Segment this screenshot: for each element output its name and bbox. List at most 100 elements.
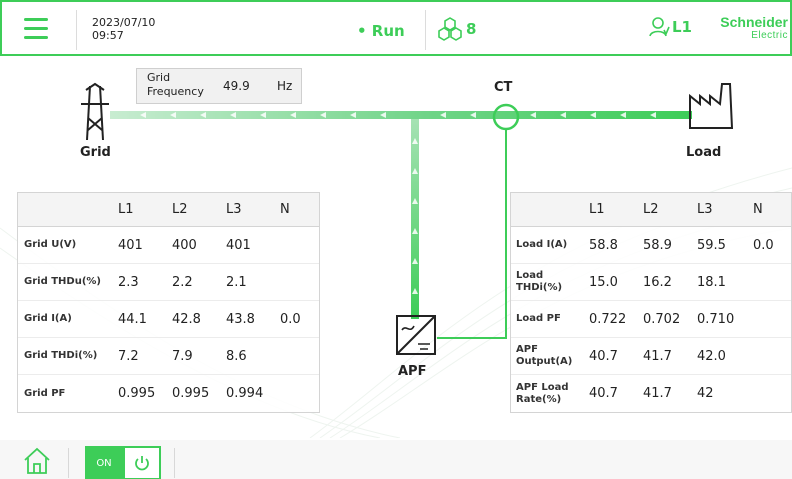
cell-l1: 40.7 <box>589 386 618 401</box>
date-text: 2023/07/10 <box>92 16 156 29</box>
grid-frequency-label: Grid Frequency <box>147 71 204 99</box>
row-label-line1: Load I(A) <box>516 239 568 250</box>
cell-l3: 0.994 <box>226 386 264 401</box>
row-label: APF Output(A) <box>511 344 589 368</box>
cell-l3: 18.1 <box>697 274 726 290</box>
frequency-label-line2: Frequency <box>147 85 204 98</box>
main-bus <box>110 111 692 119</box>
table-row: Load PF 0.722 0.702 0.710 <box>511 301 791 338</box>
cell-l1: 0.722 <box>589 311 627 327</box>
row-label-line2: THDi(%) <box>516 282 563 293</box>
column-header: L1 <box>118 202 134 217</box>
column-header: L3 <box>226 202 242 217</box>
row-label: Load PF <box>511 313 589 325</box>
menu-button[interactable] <box>12 12 60 46</box>
cell-n: 0.0 <box>753 237 774 253</box>
table-row: Grid THDi(%) 7.2 7.9 8.6 <box>18 338 319 375</box>
grid-label: Grid <box>80 145 111 160</box>
cell-l1: 15.0 <box>589 274 618 290</box>
cell-l2: 16.2 <box>643 274 672 290</box>
cell-l3: 401 <box>226 237 251 253</box>
power-icon <box>135 456 149 471</box>
cell-l3: 8.6 <box>226 348 247 364</box>
cell-l1: 7.2 <box>118 348 139 364</box>
footer-divider <box>68 448 69 478</box>
power-button[interactable] <box>123 446 161 479</box>
cell-l2: 7.9 <box>172 348 193 364</box>
row-label: Load THDi(%) <box>511 270 589 294</box>
module-count-value: 8 <box>466 20 477 38</box>
grid-frequency-unit: Hz <box>277 79 293 93</box>
grid-table: L1 L2 L3 N Grid U(V) 401 400 401 Grid TH… <box>17 192 320 413</box>
row-label-line1: Load <box>516 270 544 281</box>
factory-icon <box>689 83 734 129</box>
load-label: Load <box>686 145 722 160</box>
cell-l1: 0.995 <box>118 386 156 401</box>
row-label-line1: APF <box>516 344 538 355</box>
table-row: Load I(A) 58.8 58.9 59.5 0.0 <box>511 227 791 264</box>
grid-frequency-box: Grid Frequency 49.9 Hz <box>136 68 302 104</box>
column-header: L2 <box>172 202 188 217</box>
cell-l2: 42.8 <box>172 311 201 327</box>
grid-frequency-value: 49.9 <box>223 79 250 93</box>
cubes-icon <box>438 17 462 41</box>
column-header: L3 <box>697 202 713 217</box>
row-label-line1: APF Load <box>516 381 569 393</box>
column-header: N <box>753 202 763 217</box>
cell-l2: 41.7 <box>643 348 672 364</box>
date-time: 2023/07/10 09:57 <box>92 16 155 42</box>
hamburger-icon-bar <box>24 27 48 30</box>
toggle-on-label: ON <box>85 446 123 479</box>
module-count[interactable]: 8 <box>436 16 476 42</box>
column-header: L1 <box>589 202 605 217</box>
cell-l3: 42.0 <box>697 348 726 364</box>
brand-name: Schneider <box>720 14 788 30</box>
header-divider <box>425 10 426 50</box>
time-text: 09:57 <box>92 29 124 42</box>
single-line-diagram: Grid Frequency 49.9 Hz Grid Load CT APF … <box>0 58 792 438</box>
table-row: APF Output(A) 40.7 41.7 42.0 <box>511 338 791 375</box>
user-icon <box>649 17 670 37</box>
user-phase-label: L1 <box>672 18 692 36</box>
table-row: APF Load Rate(%) 40.7 41.7 42 <box>511 375 791 412</box>
table-row: Grid PF 0.995 0.995 0.994 <box>18 375 319 412</box>
cell-l3: 59.5 <box>697 237 726 253</box>
cell-l2: 0.995 <box>172 386 210 401</box>
row-label-line2: Output(A) <box>516 356 573 367</box>
bottom-bar: ON <box>0 440 792 479</box>
cell-l1: 44.1 <box>118 311 147 327</box>
cell-l2: 2.2 <box>172 274 193 290</box>
cell-l3: 43.8 <box>226 311 255 327</box>
grid-table-header: L1 L2 L3 N <box>18 193 319 227</box>
apf-label: APF <box>398 364 427 379</box>
ct-label: CT <box>494 80 513 95</box>
cell-n: 0.0 <box>280 311 301 327</box>
row-label: Grid U(V) <box>24 239 77 250</box>
table-row: Grid THDu(%) 2.3 2.2 2.1 <box>18 264 319 301</box>
row-label-line2: Rate(%) <box>516 393 562 405</box>
row-label: Grid THDu(%) <box>24 276 101 287</box>
ct-signal-line <box>437 128 507 339</box>
table-row: Load THDi(%) 15.0 16.2 18.1 <box>511 264 791 301</box>
row-label: Grid THDi(%) <box>24 350 98 361</box>
tower-icon <box>81 82 109 141</box>
cell-l1: 40.7 <box>589 348 618 364</box>
cell-l2: 41.7 <box>643 386 672 401</box>
row-label: Grid I(A) <box>24 313 72 324</box>
cell-l2: 58.9 <box>643 237 672 253</box>
row-label: Load I(A) <box>511 239 589 251</box>
top-bar: 2023/07/10 09:57 • Run 8 L1 Schneider El… <box>0 0 792 56</box>
home-button[interactable] <box>22 446 52 476</box>
run-toggle[interactable]: ON <box>85 446 161 479</box>
home-icon <box>24 447 50 474</box>
hamburger-icon-bar <box>24 36 48 39</box>
cell-l2: 0.702 <box>643 311 681 327</box>
row-label: APF Load Rate(%) <box>511 382 589 406</box>
load-table-header: L1 L2 L3 N <box>511 193 791 227</box>
user-phase[interactable]: L1 <box>648 16 692 38</box>
hamburger-icon <box>24 18 48 21</box>
column-header: N <box>280 202 290 217</box>
cell-l2: 400 <box>172 237 197 253</box>
table-row: Grid U(V) 401 400 401 <box>18 227 319 264</box>
row-label-line1: Load PF <box>516 313 561 324</box>
